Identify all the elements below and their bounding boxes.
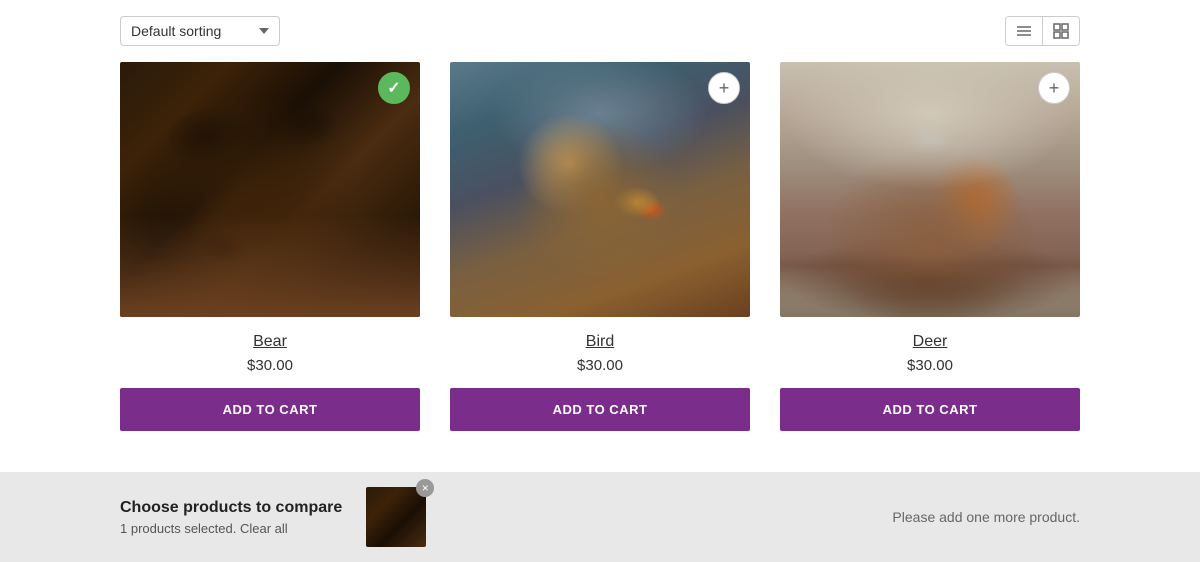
compare-bear-button[interactable]: ✓ — [378, 72, 410, 104]
sort-select[interactable]: Default sorting Sort by popularity Sort … — [120, 16, 280, 46]
compare-bird-button[interactable]: + — [708, 72, 740, 104]
list-view-button[interactable] — [1006, 17, 1043, 45]
deer-image-wrapper: + — [780, 62, 1080, 317]
selected-count-text: 1 products selected. — [120, 521, 236, 536]
compare-bar-title: Choose products to compare — [120, 499, 342, 517]
compare-bar-left: Choose products to compare 1 products se… — [120, 487, 426, 547]
deer-product-name[interactable]: Deer — [913, 333, 948, 351]
compare-notice-text: Please add one more product. — [892, 509, 1080, 525]
compare-bar: Choose products to compare 1 products se… — [0, 472, 1200, 562]
compare-thumb-wrapper: × — [366, 487, 426, 547]
bear-product-name[interactable]: Bear — [253, 333, 287, 351]
compare-bar-text: Choose products to compare 1 products se… — [120, 499, 342, 536]
compare-bar-selected: 1 products selected. Clear all — [120, 521, 342, 536]
thumb-bear-image — [366, 487, 426, 547]
bird-add-to-cart-button[interactable]: ADD TO CART — [450, 388, 750, 431]
bear-image-wrapper: ✓ — [120, 62, 420, 317]
deer-product-price: $30.00 — [907, 357, 953, 374]
product-card-bear: ✓ Bear $30.00 ADD TO CART — [120, 62, 420, 431]
bear-add-to-cart-button[interactable]: ADD TO CART — [120, 388, 420, 431]
deer-add-to-cart-button[interactable]: ADD TO CART — [780, 388, 1080, 431]
view-toggles — [1005, 16, 1080, 46]
compare-bar-right: Please add one more product. — [892, 509, 1080, 525]
toolbar: Default sorting Sort by popularity Sort … — [0, 0, 1200, 62]
page-wrapper: Default sorting Sort by popularity Sort … — [0, 0, 1200, 562]
grid-view-button[interactable] — [1043, 17, 1079, 45]
deer-image — [780, 62, 1080, 317]
product-grid: ✓ Bear $30.00 ADD TO CART + Bird $30.00 … — [0, 62, 1200, 451]
clear-all-link[interactable]: Clear all — [240, 521, 288, 536]
product-card-bird: + Bird $30.00 ADD TO CART — [450, 62, 750, 431]
bird-image — [450, 62, 750, 317]
product-card-deer: + Deer $30.00 ADD TO CART — [780, 62, 1080, 431]
bear-image — [120, 62, 420, 317]
bird-product-name[interactable]: Bird — [586, 333, 614, 351]
bird-product-price: $30.00 — [577, 357, 623, 374]
compare-thumb-bear — [366, 487, 426, 547]
bear-product-price: $30.00 — [247, 357, 293, 374]
remove-thumb-button[interactable]: × — [416, 479, 434, 497]
compare-deer-button[interactable]: + — [1038, 72, 1070, 104]
bird-image-wrapper: + — [450, 62, 750, 317]
